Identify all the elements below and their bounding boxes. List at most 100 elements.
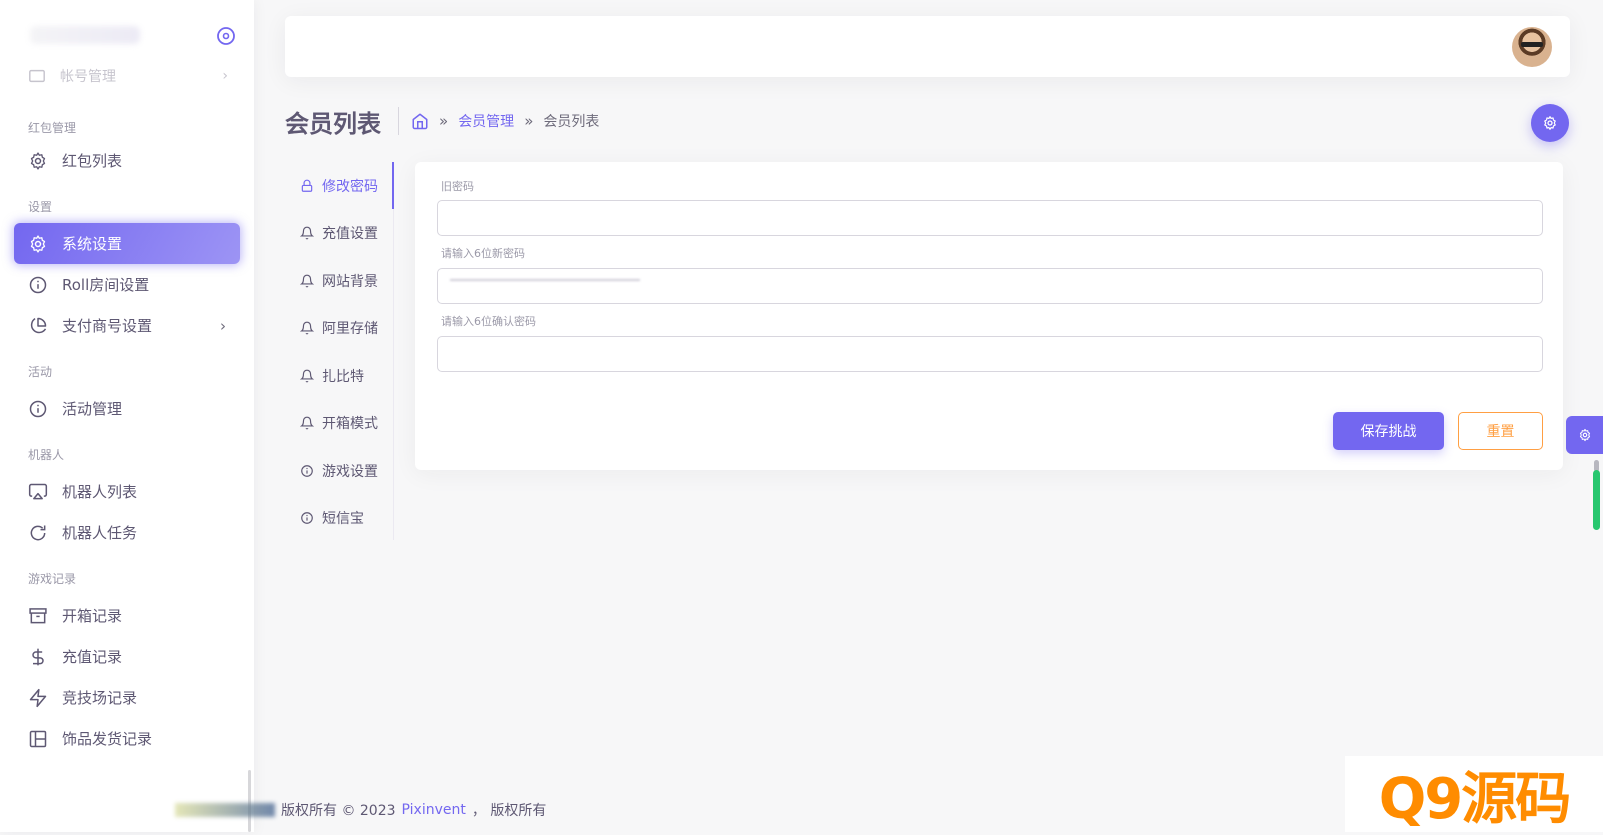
sidebar-item-label: 竞技场记录 [62,689,138,707]
sidebar-item-item-shipping-records[interactable]: 饰品发货记录 [14,718,240,759]
sidebar-item-label: 机器人列表 [62,483,138,501]
gear-icon [30,234,46,253]
bell-icon [300,226,314,240]
tab-recharge-settings[interactable]: 充值设置 [285,210,393,258]
home-icon[interactable] [411,112,429,130]
breadcrumb-separator: » [524,112,534,130]
footer-suffix: ， 版权所有 [471,803,547,819]
tab-label: 修改密码 [322,178,378,195]
old-password-field[interactable] [437,200,1543,236]
breadcrumb-current: 会员列表 [543,114,600,130]
section-settings: 设置 [28,200,53,214]
info-icon [301,512,313,525]
sidebar-item-hongbao-list[interactable]: 红包列表 [14,140,240,181]
sidebar-item-label: Roll房间设置 [62,276,150,294]
gear-icon [30,151,46,170]
sidebar-item-label: 系统设置 [62,235,123,253]
theme-customizer-button[interactable] [1566,416,1603,454]
tab-unbox-mode[interactable]: 开箱模式 [285,400,393,448]
sidebar-item-label: 活动管理 [62,400,123,418]
footer-brand-link[interactable]: Pixinvent [402,802,466,818]
collapse-toggle-icon[interactable] [216,26,236,46]
zap-icon [29,688,47,707]
breadcrumb-separator: » [439,112,449,130]
breadcrumb: » 会员管理 » 会员列表 [398,107,599,135]
save-button[interactable]: 保存挑战 [1333,412,1444,450]
tab-label: 开箱模式 [322,416,378,433]
avatar[interactable] [1512,27,1552,67]
avatar-glasses [1521,42,1543,47]
sidebar-item-label: 机器人任务 [62,524,138,542]
tab-label: 短信宝 [322,511,364,528]
sidebar-item-account[interactable]: 帐号管理 › [28,64,228,88]
info-icon [301,464,313,477]
sidebar-item-label: 支付商号设置 [62,317,153,335]
blurred-watermark-text [175,803,275,817]
footer-copyright: 版权所有 © 2023 [281,803,396,819]
sidebar-item-payment-merchant[interactable]: 支付商号设置 › [14,305,240,346]
tab-game-settings[interactable]: 游戏设置 [285,447,393,495]
archive-icon [29,607,47,623]
tab-site-background[interactable]: 网站背景 [285,257,393,305]
section-game-records: 游戏记录 [28,572,77,586]
tab-label: 阿里存储 [322,321,378,338]
gear-icon [1544,116,1556,130]
header-settings-button[interactable] [1531,104,1569,142]
tab-change-password[interactable]: 修改密码 [285,162,394,210]
sidebar-item-label: 饰品发货记录 [62,730,153,748]
bell-icon [300,416,314,430]
scroll-indicator[interactable] [1593,470,1600,530]
sidebar-item-label: 红包列表 [62,152,123,170]
sidebar-item-unbox-records[interactable]: 开箱记录 [14,595,240,636]
tab-label: 充值设置 [322,226,378,243]
chevron-right-icon: › [222,68,228,84]
tab-zabite[interactable]: 扎比特 [285,352,393,400]
main-sidebar: 帐号管理 › 红包管理 红包列表 设置 系统设置 Roll房间设置 支付商号设置… [0,0,254,832]
info-icon [29,400,47,417]
blurred-input-content [450,279,640,281]
airplay-icon [28,483,48,499]
sidebar-item-system-settings[interactable]: 系统设置 [14,223,240,264]
sidebar-brand-area: 帐号管理 › [0,0,254,85]
pie-chart-icon [30,317,47,333]
top-navbar [285,16,1570,77]
dollar-icon [32,648,44,665]
password-form-card: 旧密码 请输入6位新密码 请输入6位确认密码 保存挑战 重置 [415,162,1563,470]
bell-icon [300,369,314,383]
chevron-right-icon: › [220,316,226,335]
new-password-field[interactable] [437,268,1543,304]
info-icon [29,276,47,293]
tab-sms-bao[interactable]: 短信宝 [285,495,393,543]
refresh-icon [30,525,46,540]
tab-label: 扎比特 [322,368,364,385]
old-password-label: 旧密码 [441,180,474,193]
tab-label: 网站背景 [322,273,378,290]
bell-icon [300,274,314,288]
sidebar-item-label: 充值记录 [62,648,123,666]
sidebar-item-roll-room[interactable]: Roll房间设置 [14,264,240,305]
new-password-label: 请输入6位新密码 [441,247,525,260]
confirm-password-field[interactable] [437,336,1543,372]
section-activity: 活动 [28,365,53,379]
watermark-logo: Q9源码 [1345,756,1603,832]
confirm-password-label: 请输入6位确认密码 [441,315,536,328]
tab-label: 游戏设置 [322,463,378,480]
sidebar-item-arena-records[interactable]: 竞技场记录 [14,677,240,718]
gear-icon [1579,428,1590,442]
section-robot: 机器人 [28,448,65,462]
page-title: 会员列表 [285,110,381,138]
sidebar-item-robot-list[interactable]: 机器人列表 [14,471,240,512]
sidebar-item-label: 开箱记录 [62,607,123,625]
page-footer: 版权所有 © 2023 Pixinvent ， 版权所有 [175,800,546,820]
card-icon [29,69,45,83]
tab-aliyun-storage[interactable]: 阿里存储 [285,305,393,353]
breadcrumb-parent-link[interactable]: 会员管理 [458,111,514,131]
sidebar-item-robot-task[interactable]: 机器人任务 [14,512,240,553]
sidebar-item-activity-manage[interactable]: 活动管理 [14,388,240,429]
section-hongbao: 红包管理 [28,121,77,135]
reset-button[interactable]: 重置 [1458,412,1543,450]
layout-icon [29,730,47,747]
sidebar-item-label: 帐号管理 [60,69,116,85]
lock-icon [301,179,313,192]
sidebar-item-recharge-records[interactable]: 充值记录 [14,636,240,677]
